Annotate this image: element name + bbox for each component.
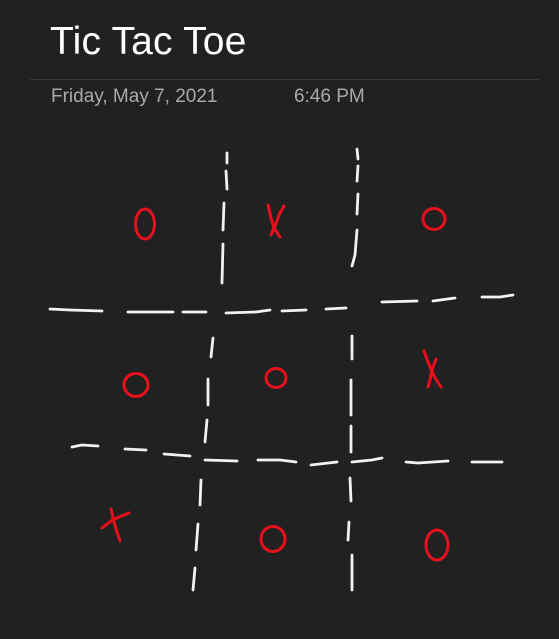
mark-x-r1c2 [266,203,286,239]
grid-line-vertical-right [350,147,360,268]
note-page: Tic Tac Toe Friday, May 7, 2021 6:46 PM [0,0,559,639]
grid-line-horizontal-top [48,293,515,315]
mark-x-r3c1 [100,507,131,543]
mark-o-r2c2 [264,367,288,389]
ink-drawing[interactable] [0,0,559,639]
mark-o-r3c2 [259,525,287,553]
game-marks [100,203,450,562]
mark-o-r2c1 [122,372,150,398]
grid-line-horizontal-bottom [70,443,504,467]
grid-line-vertical-left-bottom [191,478,203,592]
grid-line-vertical-left [220,151,229,285]
grid-line-vertical-left-mid [203,336,215,444]
mark-o-r1c3 [421,207,447,231]
grid-line-vertical-right-bottom [346,476,354,592]
mark-x-r2c3 [422,349,443,389]
mark-o-r3c3 [424,528,450,562]
mark-o-r1c1 [134,207,156,241]
grid-line-vertical-right-mid [349,334,354,454]
